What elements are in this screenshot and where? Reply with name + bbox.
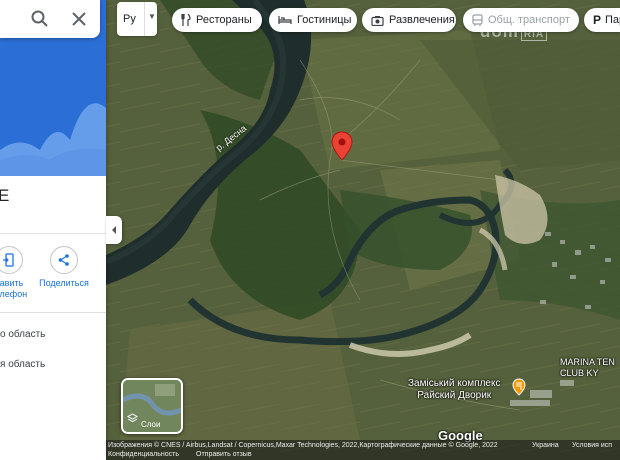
chip-label: Пар xyxy=(605,14,620,26)
place-side-panel: E равить телефон Поделиться о область я … xyxy=(0,0,106,460)
chip-label: Развлечения xyxy=(389,14,455,26)
bed-icon xyxy=(278,16,292,24)
layers-button[interactable]: Слои xyxy=(121,378,183,434)
share-label: Поделиться xyxy=(39,278,89,288)
share-icon xyxy=(50,246,78,274)
restaurant-pin-icon[interactable] xyxy=(512,378,526,396)
poi-label-line1: Заміський комплекс xyxy=(408,378,501,389)
chip-label: Рестораны xyxy=(196,14,252,26)
chip-entertainment[interactable]: Развлечения xyxy=(362,8,456,32)
send-to-phone-label-1: равить xyxy=(0,278,24,288)
share-button[interactable]: Поделиться xyxy=(37,246,91,289)
chip-restaurants[interactable]: Рестораны xyxy=(172,8,262,32)
chip-parking[interactable]: P Пар xyxy=(584,8,620,32)
fork-knife-icon xyxy=(181,14,191,26)
poi-label-line2: Райский Дворик xyxy=(417,390,492,401)
chevron-left-icon xyxy=(112,226,116,234)
location-pin-icon[interactable] xyxy=(331,131,353,161)
send-to-phone-button[interactable]: равить телефон xyxy=(0,246,34,300)
collapse-panel-button[interactable] xyxy=(106,216,122,244)
send-to-phone-label-2: телефон xyxy=(0,289,28,299)
phone-send-icon xyxy=(0,246,23,274)
chip-label: Гостиницы xyxy=(297,14,352,26)
divider xyxy=(0,233,106,234)
layers-icon xyxy=(126,411,139,429)
attribution-text: Изображения © CNES / Airbus,Landsat / Co… xyxy=(108,442,498,449)
bus-icon xyxy=(472,14,483,26)
camera-icon xyxy=(371,15,384,26)
chip-transit[interactable]: Общ. транспорт xyxy=(463,8,579,32)
language-select[interactable]: Ру ▼ xyxy=(117,2,157,36)
address-line: о область xyxy=(0,329,46,340)
search-icon[interactable] xyxy=(30,9,50,29)
chevron-down-icon: ▼ xyxy=(148,12,156,21)
search-box[interactable] xyxy=(0,0,100,38)
attribution-bar: Изображения © CNES / Airbus,Landsat / Co… xyxy=(106,440,620,460)
address-line: я область xyxy=(0,359,46,370)
chip-label: Общ. транспорт xyxy=(488,14,570,26)
poi-label[interactable]: Заміський комплекс Райский Дворик xyxy=(408,378,500,402)
club-label-line2: CLUB KY xyxy=(560,368,599,378)
place-title: E xyxy=(0,186,10,205)
parking-icon: P xyxy=(593,13,602,27)
terms-link[interactable]: Условия исп xyxy=(572,442,612,449)
privacy-link[interactable]: Конфиденциальность xyxy=(108,451,179,458)
club-label-line1: MARINA TEN xyxy=(560,357,615,367)
club-label[interactable]: MARINA TEN CLUB KY xyxy=(560,357,615,379)
feedback-link[interactable]: Отправить отзыв xyxy=(196,451,252,458)
divider xyxy=(0,312,106,313)
language-value: Ру xyxy=(123,13,136,25)
chip-hotels[interactable]: Гостиницы xyxy=(269,8,357,32)
country-link[interactable]: Украина xyxy=(532,442,559,449)
close-icon[interactable] xyxy=(69,9,89,29)
layers-label: Слои xyxy=(141,420,161,429)
